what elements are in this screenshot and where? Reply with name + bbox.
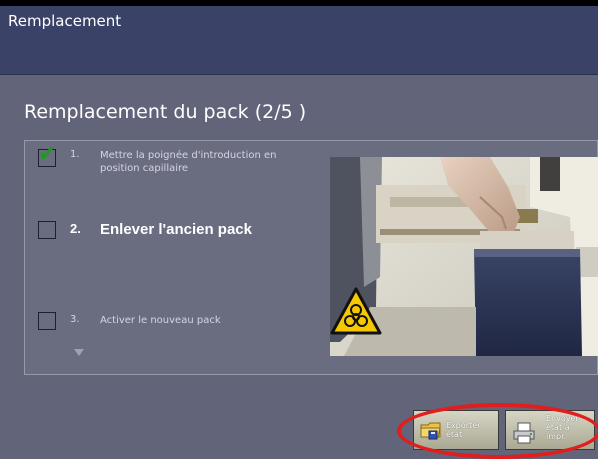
step-1-label: Mettre la poignée d'introduction en posi… bbox=[100, 149, 277, 175]
step-2: 2. Enlever l'ancien pack bbox=[38, 221, 252, 239]
annotation-highlight-ellipse bbox=[397, 403, 598, 459]
window-title: Remplacement bbox=[8, 12, 122, 30]
step-3: 3. Activer le nouveau pack bbox=[38, 312, 221, 330]
step-1-label-line1: Mettre la poignée d'introduction en bbox=[100, 150, 277, 161]
step-3-checkbox[interactable] bbox=[38, 312, 56, 330]
step-1-number: 1. bbox=[70, 149, 80, 160]
step-2-label: Enlever l'ancien pack bbox=[100, 221, 252, 238]
step-1-checkbox[interactable]: ✔ bbox=[38, 144, 56, 167]
step-1: ✔ 1. Mettre la poignée d'introduction en… bbox=[38, 144, 277, 175]
step-2-number: 2. bbox=[70, 221, 81, 236]
top-edge-strip bbox=[0, 0, 598, 6]
step-1-label-line2: position capillaire bbox=[100, 163, 189, 174]
step-3-number: 3. bbox=[70, 314, 80, 325]
scroll-down-arrow[interactable] bbox=[74, 349, 84, 356]
title-bar: Remplacement bbox=[0, 0, 598, 75]
step-2-checkbox[interactable] bbox=[38, 221, 56, 239]
check-icon: ✔ bbox=[38, 142, 57, 167]
step-3-label: Activer le nouveau pack bbox=[100, 315, 221, 326]
instruction-illustration bbox=[330, 157, 598, 356]
page-title: Remplacement du pack (2/5 ) bbox=[24, 101, 307, 123]
instruction-video bbox=[330, 157, 598, 356]
